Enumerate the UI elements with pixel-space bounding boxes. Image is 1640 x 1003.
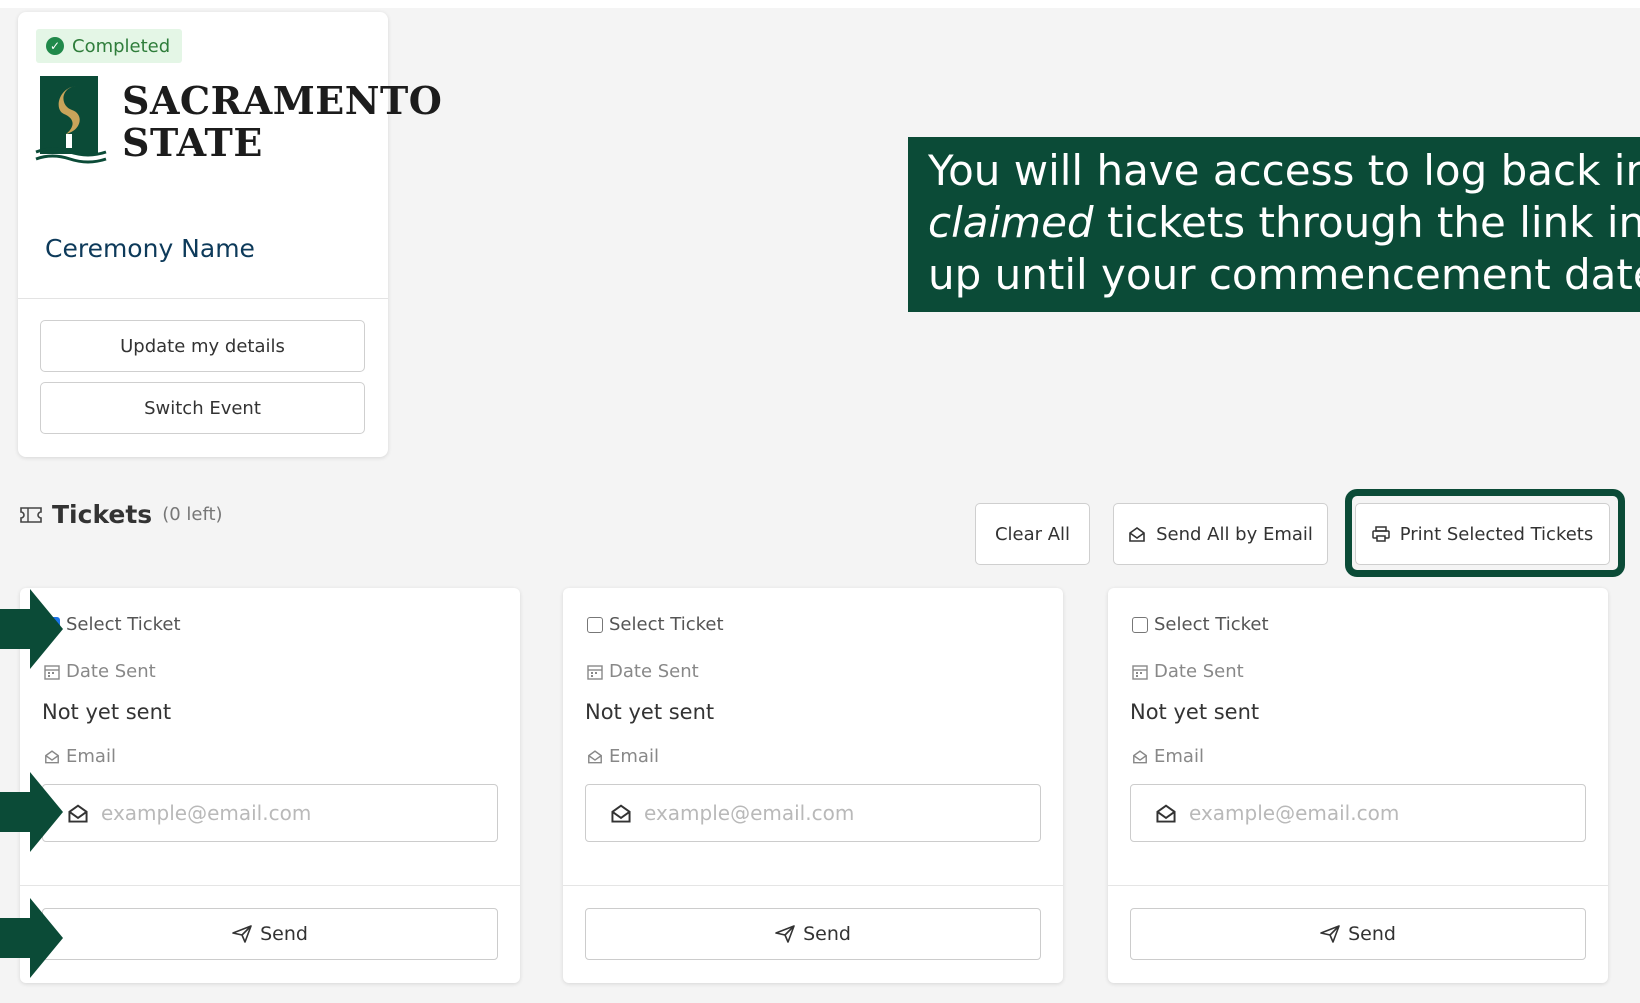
send-icon bbox=[775, 925, 795, 943]
ticket-card: ✓ Select Ticket Date Sent Not yet sent E… bbox=[20, 588, 520, 983]
select-ticket-checkbox[interactable]: Select Ticket bbox=[1132, 614, 1269, 635]
arrow-right-icon bbox=[0, 898, 63, 978]
email-input[interactable]: example@email.com bbox=[42, 784, 498, 842]
mail-open-icon bbox=[1133, 750, 1147, 764]
callout-line-3: up until your commencement date. bbox=[928, 250, 1640, 299]
date-sent-label: Date Sent bbox=[587, 661, 699, 682]
arrow-right-icon bbox=[0, 589, 63, 669]
mail-open-icon bbox=[588, 750, 602, 764]
print-button-highlight bbox=[1345, 489, 1625, 577]
divider bbox=[563, 885, 1063, 886]
email-label: Email bbox=[1132, 746, 1204, 767]
arrow-right-icon bbox=[0, 772, 63, 852]
ticket-card: Select Ticket Date Sent Not yet sent Ema… bbox=[563, 588, 1063, 983]
divider bbox=[18, 298, 388, 299]
date-sent-label: Date Sent bbox=[1132, 661, 1244, 682]
email-label: Email bbox=[44, 746, 116, 767]
date-sent-value: Not yet sent bbox=[1130, 700, 1260, 724]
university-logo: SACRAMENTO STATE bbox=[32, 64, 442, 174]
mail-open-icon bbox=[68, 804, 88, 823]
date-sent-value: Not yet sent bbox=[42, 700, 172, 724]
ceremony-name: Ceremony Name bbox=[45, 234, 255, 263]
date-sent-value: Not yet sent bbox=[585, 700, 715, 724]
clear-all-button[interactable]: Clear All bbox=[975, 503, 1090, 565]
mail-open-icon bbox=[611, 804, 631, 823]
ticket-icon bbox=[20, 506, 42, 523]
update-details-button[interactable]: Update my details bbox=[40, 320, 365, 372]
checkbox-unchecked-icon[interactable] bbox=[1132, 616, 1148, 633]
send-all-label: Send All by Email bbox=[1156, 523, 1313, 545]
select-ticket-checkbox[interactable]: ✓ Select Ticket bbox=[44, 614, 181, 635]
logo-emblem-icon bbox=[35, 76, 107, 164]
status-badge-label: Completed bbox=[72, 35, 171, 57]
callout-line-1: You will have access to log back in and … bbox=[928, 146, 1640, 195]
logo-wordmark: SACRAMENTO STATE bbox=[122, 78, 443, 165]
email-placeholder: example@email.com bbox=[644, 801, 855, 825]
email-input[interactable]: example@email.com bbox=[1130, 784, 1586, 842]
tickets-remaining: (0 left) bbox=[162, 504, 223, 525]
status-badge: ✓ Completed bbox=[36, 29, 183, 63]
calendar-icon bbox=[587, 664, 603, 680]
instruction-callout: You will have access to log back in and … bbox=[908, 137, 1640, 312]
send-icon bbox=[1320, 925, 1340, 943]
send-ticket-button[interactable]: Send bbox=[585, 908, 1041, 960]
send-ticket-button[interactable]: Send bbox=[42, 908, 498, 960]
email-placeholder: example@email.com bbox=[1189, 801, 1400, 825]
callout-line-2: claimed tickets through the link in your… bbox=[928, 198, 1640, 247]
check-circle-icon: ✓ bbox=[46, 37, 64, 55]
divider bbox=[20, 885, 520, 886]
checkbox-unchecked-icon[interactable] bbox=[587, 616, 603, 633]
calendar-icon bbox=[1132, 664, 1148, 680]
mail-open-icon bbox=[45, 750, 59, 764]
email-input[interactable]: example@email.com bbox=[585, 784, 1041, 842]
select-ticket-checkbox[interactable]: Select Ticket bbox=[587, 614, 724, 635]
send-icon bbox=[232, 925, 252, 943]
ticket-card: Select Ticket Date Sent Not yet sent Ema… bbox=[1108, 588, 1608, 983]
email-label: Email bbox=[587, 746, 659, 767]
send-all-email-button[interactable]: Send All by Email bbox=[1113, 503, 1328, 565]
mail-open-icon bbox=[1129, 527, 1145, 542]
tickets-header: Tickets (0 left) bbox=[20, 500, 223, 529]
tickets-title: Tickets bbox=[52, 500, 153, 529]
event-card: ✓ Completed SACRAMENTO STATE Ceremony Na… bbox=[18, 12, 442, 457]
switch-event-button[interactable]: Switch Event bbox=[40, 382, 365, 434]
email-placeholder: example@email.com bbox=[101, 801, 312, 825]
send-ticket-button[interactable]: Send bbox=[1130, 908, 1586, 960]
divider bbox=[1108, 885, 1608, 886]
mail-open-icon bbox=[1156, 804, 1176, 823]
